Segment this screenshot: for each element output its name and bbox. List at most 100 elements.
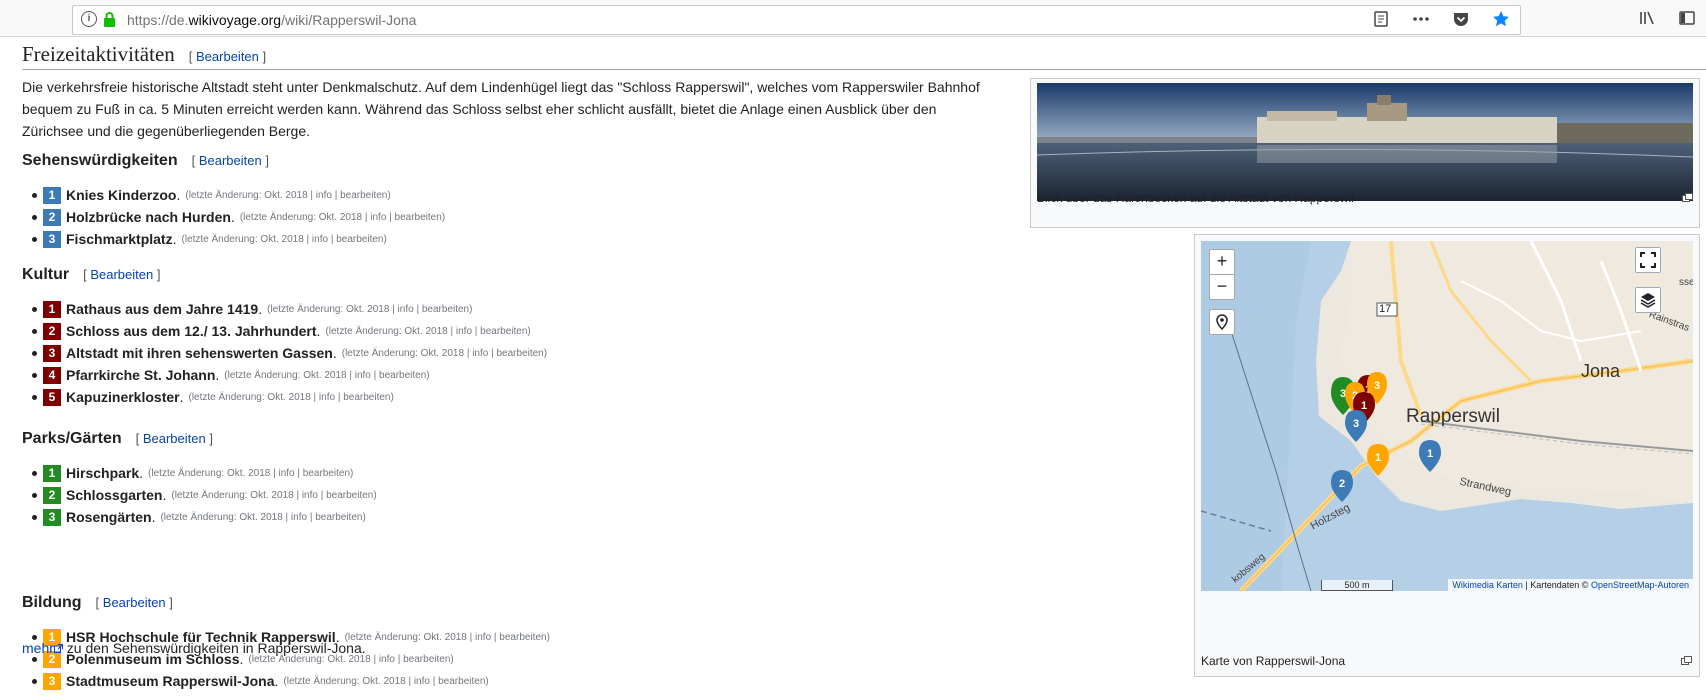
reader-view-icon[interactable] <box>1372 10 1390 28</box>
group-heading: Kultur[ Bearbeiten ] <box>22 266 161 283</box>
map-label-sse: sse <box>1679 277 1693 288</box>
list-item: 2 Schloss aus dem 12./ 13. Jahrhundert. (l… <box>32 320 547 342</box>
url-text[interactable]: https://de.wikivoyage.org/wiki/Rapperswi… <box>127 12 416 28</box>
osm-link[interactable]: OpenStreetMap-Autoren <box>1591 580 1689 590</box>
group-edit-link[interactable]: Bearbeiten <box>143 431 206 446</box>
layers-icon <box>1640 293 1656 308</box>
poi-number-badge[interactable]: 3 <box>43 508 61 526</box>
group-heading: Bildung[ Bearbeiten ] <box>22 594 173 611</box>
poi-meta: (letzte Änderung: Okt. 2018 | info | bea… <box>283 675 489 687</box>
poi-list: 1 Hirschpark. (letzte Änderung: Okt. 2018 … <box>32 462 377 528</box>
browser-toolbar: i https://de.wikivoyage.org/wiki/Rappers… <box>0 0 1706 37</box>
more-actions-icon[interactable] <box>1412 10 1430 28</box>
poi-name: Altstadt mit ihren sehenswerten Gassen <box>66 345 333 361</box>
enlarge-icon[interactable] <box>1682 193 1693 202</box>
map-enlarge-icon[interactable] <box>1681 656 1692 665</box>
poi-number-badge[interactable]: 5 <box>43 388 61 406</box>
bullet <box>32 328 37 334</box>
svg-text:1: 1 <box>1361 400 1367 412</box>
edit-link[interactable]: Bearbeiten <box>196 49 259 64</box>
poi-name: Kapuzinerkloster <box>66 389 180 405</box>
map-pin-blue-3[interactable]: 3 <box>1345 410 1367 442</box>
zoom-in-button[interactable]: + <box>1209 249 1235 275</box>
poi-number-badge[interactable]: 3 <box>43 344 61 362</box>
photo-caption: Blick über das Hafenbecken auf die Altst… <box>1037 191 1354 205</box>
map-scale: 500 m <box>1321 580 1393 591</box>
bullet <box>32 306 37 312</box>
pocket-icon[interactable] <box>1452 10 1470 28</box>
group-heading: Parks/Gärten[ Bearbeiten ] <box>22 430 213 447</box>
poi-number-badge[interactable]: 1 <box>43 464 61 482</box>
poi-list: 1 HSR Hochschule für Technik Rapperswil.(… <box>32 626 550 692</box>
poi-name: Schlossgarten <box>66 487 163 503</box>
poi-number-badge[interactable]: 3 <box>43 230 61 248</box>
poi-meta: (letzte Änderung: Okt. 2018 | info | bea… <box>188 391 394 403</box>
group-edit: [ Bearbeiten ] <box>83 267 161 282</box>
wikimedia-maps-link[interactable]: Wikimedia Karten <box>1452 580 1523 590</box>
location-pin-icon <box>1216 314 1228 331</box>
address-bar[interactable]: i https://de.wikivoyage.org/wiki/Rappers… <box>72 5 1521 35</box>
fullscreen-button[interactable] <box>1635 247 1661 273</box>
poi-name: Stadtmuseum Rapperswil-Jona <box>66 673 275 689</box>
map-label-jona: Jona <box>1581 361 1621 381</box>
group-edit-link[interactable]: Bearbeiten <box>103 595 166 610</box>
more-link-line: mehr zu den Sehenswürdigkeiten in Rapper… <box>22 640 366 656</box>
svg-text:3: 3 <box>1353 418 1359 430</box>
sidebar-icon[interactable] <box>1678 9 1696 27</box>
bullet <box>32 236 37 242</box>
poi-number-badge[interactable]: 1 <box>43 300 61 318</box>
poi-number-badge[interactable]: 1 <box>43 186 61 204</box>
group-edit: [ Bearbeiten ] <box>95 595 173 610</box>
poi-number-badge[interactable]: 2 <box>43 322 61 340</box>
external-link-icon <box>53 644 63 653</box>
zoom-out-button[interactable]: − <box>1209 274 1235 300</box>
poi-name: Knies Kinderzoo <box>66 187 177 203</box>
more-link[interactable]: mehr <box>22 640 63 656</box>
bullet <box>32 372 37 378</box>
svg-text:3: 3 <box>1374 380 1380 392</box>
layers-button[interactable] <box>1635 287 1661 313</box>
poi-meta: (letzte Änderung: Okt. 2018 | info | bea… <box>267 303 473 315</box>
group-edit-link[interactable]: Bearbeiten <box>90 267 153 282</box>
poi-name: Holzbrücke nach Hurden <box>66 209 231 225</box>
library-icon[interactable] <box>1638 9 1656 27</box>
harbour-panorama-image[interactable] <box>1037 83 1693 201</box>
bullet <box>32 470 37 476</box>
lock-icon[interactable] <box>103 12 116 27</box>
svg-text:2: 2 <box>1339 478 1345 490</box>
poi-list: 1 Knies Kinderzoo. (letzte Änderung: Okt. … <box>32 184 445 250</box>
poi-meta: (letzte Änderung: Okt. 2018 | info | bea… <box>185 189 391 201</box>
section-heading: Freizeitaktivitäten[ Bearbeiten ] <box>22 42 1706 70</box>
poi-number-badge[interactable]: 3 <box>43 672 61 690</box>
bullet <box>32 634 37 640</box>
bullet <box>32 492 37 498</box>
locate-button[interactable] <box>1209 309 1235 335</box>
list-item: 3 Altstadt mit ihren sehenswerten Gassen.… <box>32 342 547 364</box>
group-edit-link[interactable]: Bearbeiten <box>199 153 262 168</box>
poi-name: Rosengärten <box>66 509 152 525</box>
list-item: 1 Hirschpark. (letzte Änderung: Okt. 2018 … <box>32 462 377 484</box>
poi-meta: (letzte Änderung: Okt. 2018 | info | bea… <box>341 347 548 359</box>
svg-text:1: 1 <box>1375 452 1381 464</box>
site-info-icon[interactable]: i <box>81 11 97 27</box>
poi-meta: (letzte Änderung: Okt. 2018 | info | bea… <box>148 467 354 479</box>
fullscreen-icon <box>1640 252 1656 268</box>
poi-number-badge[interactable]: 2 <box>43 486 61 504</box>
bullet <box>32 192 37 198</box>
svg-text:1: 1 <box>1427 448 1433 460</box>
bullet <box>32 214 37 220</box>
group-edit: [ Bearbeiten ] <box>191 153 269 168</box>
map-view[interactable]: 3 1 2 3 1 3 1 1 2 17 Rapperswil Jona Str… <box>1201 241 1693 591</box>
bullet <box>32 678 37 684</box>
poi-list: 1 Rathaus aus dem Jahre 1419. (letzte Ände… <box>32 298 547 408</box>
poi-name: Rathaus aus dem Jahre 1419 <box>66 301 259 317</box>
intro-paragraph: Die verkehrsfreie historische Altstadt s… <box>22 79 980 139</box>
list-item: 2 Schlossgarten. (letzte Änderung: Okt. 20… <box>32 484 377 506</box>
poi-meta: (letzte Änderung: Okt. 2018 | info | bea… <box>344 631 550 643</box>
poi-name: Fischmarktplatz <box>66 231 173 247</box>
poi-number-badge[interactable]: 2 <box>43 208 61 226</box>
poi-number-badge[interactable]: 4 <box>43 366 61 384</box>
poi-meta: (letzte Änderung: Okt. 2018 | info | bea… <box>160 511 366 523</box>
list-item: 1 Rathaus aus dem Jahre 1419. (letzte Ände… <box>32 298 547 320</box>
bookmark-star-icon[interactable] <box>1492 10 1510 28</box>
